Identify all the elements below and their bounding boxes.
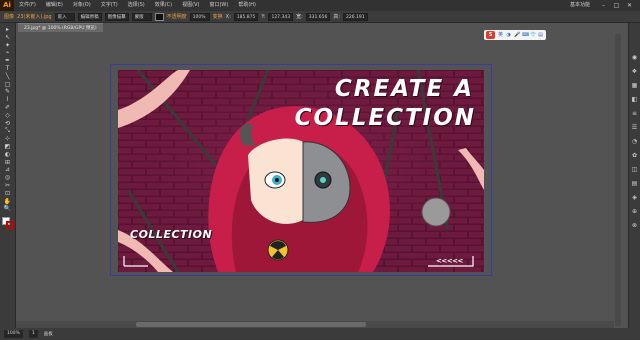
control-bar: 图像 23(未嵌入).jpg 嵌入 编辑原稿 图像描摹 蒙版 不透明度 100%… bbox=[0, 11, 640, 23]
y-field[interactable]: 127.343 bbox=[268, 12, 294, 21]
gradient-tool-icon[interactable]: ◎ bbox=[2, 175, 14, 182]
mask-button[interactable]: 蒙版 bbox=[131, 12, 152, 21]
pathfinder-panel-icon[interactable]: ⊕ bbox=[630, 207, 639, 216]
zoom-tool-icon[interactable]: 🔍 bbox=[2, 206, 14, 213]
tools-panel: ▸ ↖ ✦ ⌁ ✒ T ╲ □ ✎ ⌇ ✐ ◇ ⟲ ⤡ ⊹ ◩ ◐ ⊞ ⊿ ◎ … bbox=[0, 23, 16, 328]
links-panel-icon[interactable]: ⊗ bbox=[630, 221, 639, 230]
ime-punctuation-icon[interactable]: ◑ bbox=[506, 32, 511, 38]
x-field[interactable]: 185.875 bbox=[233, 12, 259, 21]
illustrator-window: Ai 文件(F) 编辑(E) 对象(O) 文字(T) 选择(S) 效果(C) 视… bbox=[0, 0, 640, 340]
perspective-grid-tool-icon[interactable]: ⊞ bbox=[2, 159, 14, 167]
artwork-subtitle: COLLECTION bbox=[130, 228, 213, 241]
type-tool-icon[interactable]: T bbox=[2, 65, 14, 73]
y-label: Y: bbox=[261, 13, 266, 20]
embed-button[interactable]: 嵌入 bbox=[54, 12, 75, 21]
menu-object[interactable]: 对象(O) bbox=[68, 0, 96, 11]
symbols-panel-icon[interactable]: ✿ bbox=[630, 151, 639, 160]
menu-view[interactable]: 视图(V) bbox=[177, 0, 204, 11]
layers-panel-icon[interactable]: ◫ bbox=[630, 165, 639, 174]
maximize-button[interactable]: □ bbox=[612, 0, 621, 11]
minimize-button[interactable]: – bbox=[599, 0, 608, 11]
stroke-panel-icon[interactable]: ≡ bbox=[630, 109, 639, 118]
ime-voice-icon[interactable]: 🎤 bbox=[514, 32, 520, 38]
artwork-title-line1: CREATE A bbox=[334, 76, 474, 102]
line-tool-icon[interactable]: ╲ bbox=[2, 73, 14, 81]
status-info[interactable]: 画板 bbox=[44, 331, 53, 337]
swatches-panel-icon[interactable]: ▦ bbox=[630, 81, 639, 90]
ime-menu-icon[interactable]: ▤ bbox=[538, 32, 543, 38]
menu-file[interactable]: 文件(F) bbox=[14, 0, 41, 11]
ime-logo-icon[interactable]: S bbox=[486, 31, 495, 39]
color-swatch[interactable] bbox=[154, 12, 164, 21]
width-tool-icon[interactable]: ⊹ bbox=[2, 136, 14, 143]
menu-bar: Ai 文件(F) 编辑(E) 对象(O) 文字(T) 选择(S) 效果(C) 视… bbox=[0, 0, 640, 11]
zoom-level-field[interactable]: 100% bbox=[4, 330, 23, 338]
window-controls: 基本功能 – □ ✕ bbox=[565, 0, 634, 11]
menu-select[interactable]: 选择(S) bbox=[123, 0, 150, 11]
workspace-switcher[interactable]: 基本功能 bbox=[565, 0, 595, 11]
fill-stroke-widget[interactable] bbox=[1, 216, 15, 230]
magic-wand-tool-icon[interactable]: ✦ bbox=[2, 42, 14, 50]
pen-tool-icon[interactable]: ✒ bbox=[2, 58, 14, 65]
shaper-tool-icon[interactable]: ⌇ bbox=[2, 97, 14, 104]
close-button[interactable]: ✕ bbox=[625, 0, 634, 11]
horizontal-scroll-thumb[interactable] bbox=[136, 322, 366, 327]
stroke-swatch[interactable] bbox=[5, 221, 14, 230]
width-field[interactable]: 331.656 bbox=[305, 12, 331, 21]
placed-image[interactable]: CREATE A COLLECTION COLLECTION <<<<< bbox=[118, 70, 484, 272]
opacity-label[interactable]: 不透明度 bbox=[167, 13, 187, 20]
artboard-tool-icon[interactable]: ⊡ bbox=[2, 190, 14, 198]
mesh-tool-icon[interactable]: ⊿ bbox=[2, 167, 14, 174]
color-guide-panel-icon[interactable]: ❖ bbox=[630, 67, 639, 76]
status-bar: 100% 1 画板 bbox=[0, 328, 640, 340]
document-tab[interactable]: 23.jpg* @ 100% (RGB/GPU 预览) bbox=[18, 23, 103, 32]
rectangle-tool-icon[interactable]: □ bbox=[2, 81, 14, 89]
color-panel-icon[interactable]: ◉ bbox=[630, 53, 639, 62]
menu-help[interactable]: 帮助(H) bbox=[233, 0, 261, 11]
image-trace-button[interactable]: 图像描摹 bbox=[104, 12, 129, 21]
scale-tool-icon[interactable]: ⤡ bbox=[2, 128, 14, 135]
menu-window[interactable]: 窗口(W) bbox=[204, 0, 233, 11]
artwork-arrows: <<<<< bbox=[436, 257, 463, 265]
ime-language-icon[interactable]: 英 bbox=[498, 32, 503, 38]
pencil-tool-icon[interactable]: ✐ bbox=[2, 104, 14, 112]
transparency-panel-icon[interactable]: ◔ bbox=[630, 137, 639, 146]
shape-builder-tool-icon[interactable]: ◐ bbox=[2, 151, 14, 159]
menu-effect[interactable]: 效果(C) bbox=[150, 0, 177, 11]
app-logo: Ai bbox=[0, 0, 14, 11]
width-label: 宽: bbox=[296, 14, 303, 20]
height-field[interactable]: 226.191 bbox=[343, 12, 368, 21]
align-panel-icon[interactable]: ☰ bbox=[630, 123, 639, 132]
brushes-panel-icon[interactable]: ◧ bbox=[630, 95, 639, 104]
vertical-scrollbar[interactable] bbox=[615, 34, 621, 326]
paintbrush-tool-icon[interactable]: ✎ bbox=[2, 89, 14, 96]
lasso-tool-icon[interactable]: ⌁ bbox=[2, 50, 14, 57]
transform-link[interactable]: 变换 bbox=[213, 13, 223, 20]
artboard-number-field[interactable]: 1 bbox=[28, 330, 38, 338]
scissors-tool-icon[interactable]: ✂ bbox=[2, 182, 14, 190]
height-label: 高: bbox=[333, 14, 341, 20]
panel-dock: ◉ ❖ ▦ ◧ ≡ ☰ ◔ ✿ ◫ ▤ ◈ ⊕ ⊗ bbox=[628, 23, 640, 328]
ime-toolbar: S 英 ◑ 🎤 ⌨ 👕 ▤ bbox=[484, 30, 546, 40]
artwork-title-line2: COLLECTION bbox=[294, 105, 476, 131]
selection-tool-icon[interactable]: ▸ bbox=[2, 26, 14, 34]
ime-skin-icon[interactable]: 👕 bbox=[530, 32, 536, 38]
horizontal-scrollbar[interactable] bbox=[16, 321, 614, 328]
x-label: X: bbox=[225, 13, 231, 20]
ime-keyboard-icon[interactable]: ⌨ bbox=[522, 32, 529, 38]
selection-type-label: 图像 bbox=[4, 14, 15, 20]
opacity-field[interactable]: 100% bbox=[189, 12, 210, 21]
edit-original-button[interactable]: 编辑原稿 bbox=[77, 12, 102, 21]
menu-edit[interactable]: 编辑(E) bbox=[41, 0, 68, 11]
appearance-panel-icon[interactable]: ◈ bbox=[630, 193, 639, 202]
menu-type[interactable]: 文字(T) bbox=[96, 0, 123, 11]
free-transform-tool-icon[interactable]: ◩ bbox=[2, 143, 14, 151]
eraser-tool-icon[interactable]: ◇ bbox=[2, 112, 14, 120]
spiked-ball bbox=[421, 197, 451, 227]
artboards-panel-icon[interactable]: ▤ bbox=[630, 179, 639, 188]
direct-selection-tool-icon[interactable]: ↖ bbox=[2, 34, 14, 42]
rotate-tool-icon[interactable]: ⟲ bbox=[2, 120, 14, 128]
linked-file-link[interactable]: 23(未嵌入).jpg bbox=[17, 13, 52, 20]
